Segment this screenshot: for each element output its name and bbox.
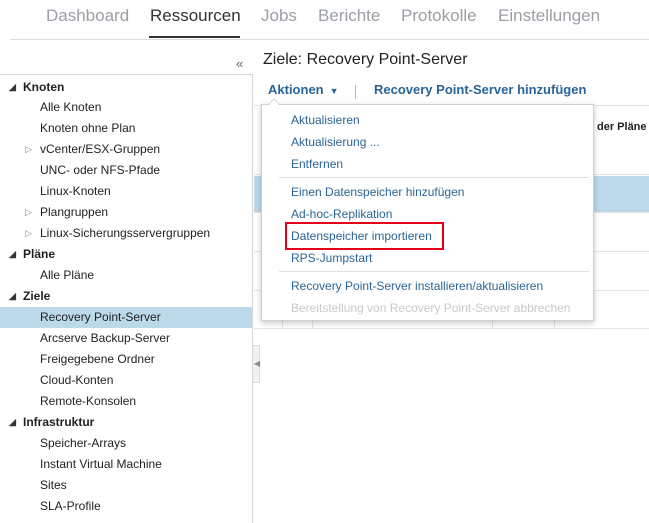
sidebar-item-freigegebene-ordner[interactable]: Freigegebene Ordner xyxy=(0,349,252,370)
sidebar-item-unc-nfs-pfade[interactable]: UNC- oder NFS-Pfade xyxy=(0,160,252,181)
menu-item-bereitstellung-abbrechen: Bereitstellung von Recovery Point-Server… xyxy=(291,301,571,315)
sidebar-item-label: UNC- oder NFS-Pfade xyxy=(40,163,161,177)
sidebar-item-recovery-point-server[interactable]: Recovery Point-Server xyxy=(0,307,252,328)
menu-separator xyxy=(279,177,589,178)
toolbar: Aktionen ▼ Recovery Point-Server hinzufüg… xyxy=(254,76,649,106)
tab-protokolle[interactable]: Protokolle xyxy=(401,6,477,26)
menu-item-aktualisierung[interactable]: Aktualisierung ... xyxy=(291,135,380,149)
sidebar-item-linux-sicherungsservergruppen[interactable]: ▷ Linux-Sicherungsservergruppen xyxy=(0,223,252,244)
sidebar-item-instant-virtual-machine[interactable]: Instant Virtual Machine xyxy=(0,454,252,475)
tree-group-ziele[interactable]: ◢ Ziele xyxy=(0,286,252,307)
menu-item-ad-hoc-replikation[interactable]: Ad-hoc-Replikation xyxy=(291,207,392,221)
sidebar-item-label: SLA-Profile xyxy=(40,499,101,513)
tab-berichte[interactable]: Berichte xyxy=(318,6,380,26)
sidebar-item-vcenter-esx-gruppen[interactable]: ▷ vCenter/ESX-Gruppen xyxy=(0,139,252,160)
sidebar-item-sites[interactable]: Sites xyxy=(0,475,252,496)
sidebar-item-label: Remote-Konsolen xyxy=(40,394,137,408)
sidebar-item-label: Knoten ohne Plan xyxy=(40,121,136,135)
sidebar-item-speicher-arrays[interactable]: Speicher-Arrays xyxy=(0,433,252,454)
sidebar-item-linux-knoten[interactable]: Linux-Knoten xyxy=(0,181,252,202)
panel-splitter-handle[interactable]: ◀ xyxy=(253,345,260,383)
top-navigation: Dashboard Ressourcen Jobs Berichte Proto… xyxy=(0,0,649,40)
tree-group-knoten[interactable]: ◢ Knoten xyxy=(0,77,252,98)
highlight-annotation-box xyxy=(285,222,444,250)
sidebar-item-label: Sites xyxy=(40,478,67,492)
sidebar-item-label: Alle Knoten xyxy=(40,100,102,114)
tree-group-label: Ziele xyxy=(23,289,51,303)
menu-item-rps-installieren[interactable]: Recovery Point-Server installieren/aktua… xyxy=(291,279,543,293)
sidebar-item-label: Instant Virtual Machine xyxy=(40,457,162,471)
sidebar-item-arcserve-backup-server[interactable]: Arcserve Backup-Server xyxy=(0,328,252,349)
nav-divider xyxy=(10,39,649,40)
chevron-down-icon: ▼ xyxy=(329,86,339,96)
column-header-plaene[interactable]: der Pläne xyxy=(597,121,647,133)
sidebar-item-plangruppen[interactable]: ▷ Plangruppen xyxy=(0,202,252,223)
menu-item-rps-jumpstart[interactable]: RPS-Jumpstart xyxy=(291,251,372,265)
active-tab-indicator xyxy=(149,36,240,38)
tab-ressourcen[interactable]: Ressourcen xyxy=(150,6,241,26)
sidebar-tree: ◢ Knoten Alle Knoten Knoten ohne Plan ▷ … xyxy=(0,74,253,523)
menu-separator xyxy=(279,271,589,272)
sidebar-item-label: Plangruppen xyxy=(40,205,109,219)
caret-down-icon[interactable]: ◢ xyxy=(9,77,16,98)
tree-group-label: Knoten xyxy=(23,80,65,94)
sidebar-item-label: Recovery Point-Server xyxy=(40,310,161,324)
menu-item-entfernen[interactable]: Entfernen xyxy=(291,157,343,171)
expand-arrow-icon[interactable]: ▷ xyxy=(25,223,32,244)
menu-pointer-inner xyxy=(269,99,279,105)
sidebar-item-sla-profile[interactable]: SLA-Profile xyxy=(0,496,252,517)
sidebar-item-label: Speicher-Arrays xyxy=(40,436,127,450)
sidebar-item-knoten-ohne-plan[interactable]: Knoten ohne Plan xyxy=(0,118,252,139)
add-recovery-point-server-button[interactable]: Recovery Point-Server hinzufügen xyxy=(374,82,586,97)
double-chevron-left-icon[interactable]: « xyxy=(236,56,243,71)
sidebar-item-alle-plaene[interactable]: Alle Pläne xyxy=(0,265,252,286)
expand-arrow-icon[interactable]: ▷ xyxy=(25,202,32,223)
tree-group-plaene[interactable]: ◢ Pläne xyxy=(0,244,252,265)
tab-einstellungen[interactable]: Einstellungen xyxy=(498,6,600,26)
sidebar-item-label: Freigegebene Ordner xyxy=(40,352,155,366)
caret-down-icon[interactable]: ◢ xyxy=(9,412,16,433)
actions-dropdown-menu: Aktualisieren Aktualisierung ... Entfern… xyxy=(261,98,594,321)
sidebar-item-label: Linux-Knoten xyxy=(40,184,111,198)
menu-item-datenspeicher-hinzufuegen[interactable]: Einen Datenspeicher hinzufügen xyxy=(291,185,464,199)
sidebar-item-label: Arcserve Backup-Server xyxy=(40,331,171,345)
sidebar-item-label: Alle Pläne xyxy=(40,268,95,282)
tab-jobs[interactable]: Jobs xyxy=(261,6,297,26)
sidebar-item-label: vCenter/ESX-Gruppen xyxy=(40,142,161,156)
tab-dashboard[interactable]: Dashboard xyxy=(46,6,129,26)
sidebar-item-cloud-konten[interactable]: Cloud-Konten xyxy=(0,370,252,391)
sidebar-item-remote-konsolen[interactable]: Remote-Konsolen xyxy=(0,391,252,412)
caret-down-icon[interactable]: ◢ xyxy=(9,286,16,307)
page-title: Ziele: Recovery Point-Server xyxy=(263,51,468,68)
menu-item-aktualisieren[interactable]: Aktualisieren xyxy=(291,113,360,127)
actions-dropdown-button[interactable]: Aktionen ▼ xyxy=(268,82,339,97)
sidebar-item-label: Linux-Sicherungsservergruppen xyxy=(40,226,211,240)
chevron-left-icon: ◀ xyxy=(254,359,261,368)
caret-down-icon[interactable]: ◢ xyxy=(9,244,16,265)
expand-arrow-icon[interactable]: ▷ xyxy=(25,139,32,160)
sidebar-item-label: Cloud-Konten xyxy=(40,373,114,387)
toolbar-separator xyxy=(355,85,356,99)
tree-group-label: Pläne xyxy=(23,247,56,261)
tree-group-infrastruktur[interactable]: ◢ Infrastruktur xyxy=(0,412,252,433)
tree-group-label: Infrastruktur xyxy=(23,415,95,429)
actions-label: Aktionen xyxy=(268,82,324,97)
sidebar-item-alle-knoten[interactable]: Alle Knoten xyxy=(0,97,252,118)
